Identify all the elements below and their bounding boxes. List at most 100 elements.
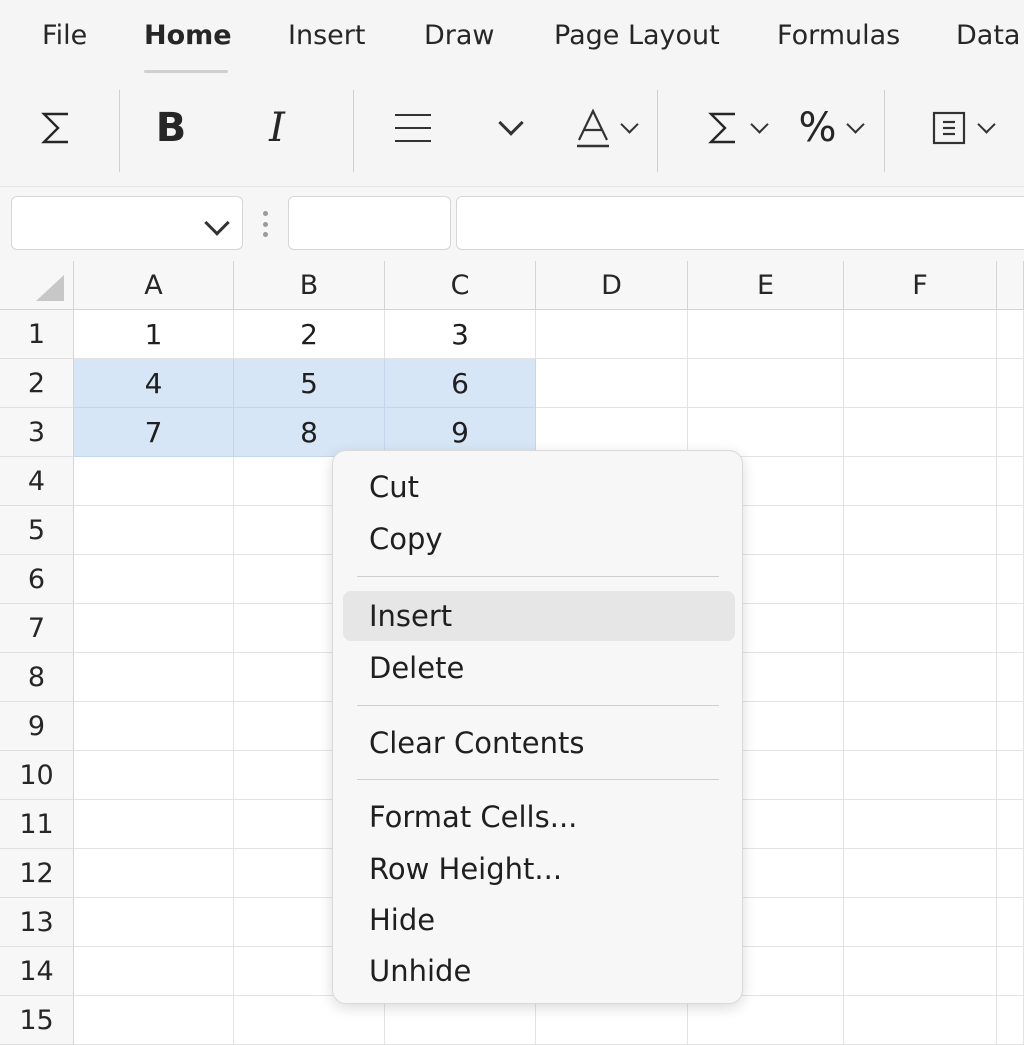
cell-g14[interactable] bbox=[997, 947, 1024, 996]
row-header-4[interactable]: 4 bbox=[0, 457, 74, 506]
tab-file[interactable]: File bbox=[42, 20, 87, 51]
menu-cut[interactable]: Cut bbox=[343, 462, 735, 512]
cell-d2[interactable] bbox=[536, 359, 688, 408]
cell-f9[interactable] bbox=[844, 702, 997, 751]
cell-d1[interactable] bbox=[536, 310, 688, 359]
cell-g13[interactable] bbox=[997, 898, 1024, 947]
row-header-1[interactable]: 1 bbox=[0, 310, 74, 359]
resize-grip-icon[interactable] bbox=[262, 211, 268, 237]
row-header-9[interactable]: 9 bbox=[0, 702, 74, 751]
sum-button[interactable] bbox=[696, 90, 774, 166]
row-header-8[interactable]: 8 bbox=[0, 653, 74, 702]
row-header-11[interactable]: 11 bbox=[0, 800, 74, 849]
italic-button[interactable]: I bbox=[252, 90, 302, 166]
formula-input[interactable] bbox=[456, 196, 1024, 250]
cell-g4[interactable] bbox=[997, 457, 1024, 506]
row-header-15[interactable]: 15 bbox=[0, 996, 74, 1045]
align-dropdown[interactable] bbox=[490, 90, 532, 166]
cell-b1[interactable]: 2 bbox=[234, 310, 385, 359]
cell-g3[interactable] bbox=[997, 408, 1024, 457]
select-all-corner[interactable] bbox=[0, 261, 74, 310]
tab-page-layout[interactable]: Page Layout bbox=[554, 20, 720, 51]
menu-unhide[interactable]: Unhide bbox=[343, 946, 735, 996]
cell-f2[interactable] bbox=[844, 359, 997, 408]
cell-g9[interactable] bbox=[997, 702, 1024, 751]
row-header-12[interactable]: 12 bbox=[0, 849, 74, 898]
cell-f1[interactable] bbox=[844, 310, 997, 359]
row-header-7[interactable]: 7 bbox=[0, 604, 74, 653]
cell-a1[interactable]: 1 bbox=[74, 310, 234, 359]
format-button[interactable] bbox=[924, 90, 1000, 166]
cell-g8[interactable] bbox=[997, 653, 1024, 702]
menu-row-height[interactable]: Row Height... bbox=[343, 844, 735, 894]
row-header-3[interactable]: 3 bbox=[0, 408, 74, 457]
cell-a5[interactable] bbox=[74, 506, 234, 555]
cell-g5[interactable] bbox=[997, 506, 1024, 555]
cell-g10[interactable] bbox=[997, 751, 1024, 800]
cell-f5[interactable] bbox=[844, 506, 997, 555]
cell-e1[interactable] bbox=[688, 310, 844, 359]
cell-a6[interactable] bbox=[74, 555, 234, 604]
cell-f8[interactable] bbox=[844, 653, 997, 702]
cell-f15[interactable] bbox=[844, 996, 997, 1045]
row-header-13[interactable]: 13 bbox=[0, 898, 74, 947]
cell-g12[interactable] bbox=[997, 849, 1024, 898]
menu-format-cells[interactable]: Format Cells... bbox=[343, 792, 735, 842]
percent-button[interactable]: % bbox=[792, 90, 868, 166]
row-header-5[interactable]: 5 bbox=[0, 506, 74, 555]
row-header-2[interactable]: 2 bbox=[0, 359, 74, 408]
cell-a4[interactable] bbox=[74, 457, 234, 506]
name-box[interactable] bbox=[11, 196, 243, 250]
cell-g6[interactable] bbox=[997, 555, 1024, 604]
cell-a9[interactable] bbox=[74, 702, 234, 751]
cell-f4[interactable] bbox=[844, 457, 997, 506]
function-box[interactable] bbox=[288, 196, 451, 250]
cell-g2[interactable] bbox=[997, 359, 1024, 408]
bold-button[interactable]: B bbox=[146, 90, 196, 166]
cell-b2[interactable]: 5 bbox=[234, 359, 385, 408]
row-header-14[interactable]: 14 bbox=[0, 947, 74, 996]
tab-draw[interactable]: Draw bbox=[424, 20, 495, 51]
cell-f3[interactable] bbox=[844, 408, 997, 457]
cell-f11[interactable] bbox=[844, 800, 997, 849]
autosum-button[interactable] bbox=[26, 90, 86, 166]
cell-g11[interactable] bbox=[997, 800, 1024, 849]
cell-f7[interactable] bbox=[844, 604, 997, 653]
cell-a3[interactable]: 7 bbox=[74, 408, 234, 457]
column-header-f[interactable]: F bbox=[844, 261, 997, 310]
cell-g7[interactable] bbox=[997, 604, 1024, 653]
tab-data[interactable]: Data bbox=[956, 20, 1020, 51]
cell-a11[interactable] bbox=[74, 800, 234, 849]
menu-clear-contents[interactable]: Clear Contents bbox=[343, 718, 735, 768]
cell-a8[interactable] bbox=[74, 653, 234, 702]
cell-c1[interactable]: 3 bbox=[385, 310, 536, 359]
cell-a7[interactable] bbox=[74, 604, 234, 653]
menu-insert[interactable]: Insert bbox=[343, 591, 735, 641]
row-header-6[interactable]: 6 bbox=[0, 555, 74, 604]
menu-hide[interactable]: Hide bbox=[343, 895, 735, 945]
tab-insert[interactable]: Insert bbox=[288, 20, 365, 51]
tab-formulas[interactable]: Formulas bbox=[777, 20, 900, 51]
cell-a14[interactable] bbox=[74, 947, 234, 996]
cell-a15[interactable] bbox=[74, 996, 234, 1045]
cell-f12[interactable] bbox=[844, 849, 997, 898]
row-header-10[interactable]: 10 bbox=[0, 751, 74, 800]
cell-f6[interactable] bbox=[844, 555, 997, 604]
cell-a10[interactable] bbox=[74, 751, 234, 800]
column-header-a[interactable]: A bbox=[74, 261, 234, 310]
cell-f10[interactable] bbox=[844, 751, 997, 800]
cell-a13[interactable] bbox=[74, 898, 234, 947]
column-header-partial[interactable] bbox=[997, 261, 1024, 310]
cell-f14[interactable] bbox=[844, 947, 997, 996]
column-header-e[interactable]: E bbox=[688, 261, 844, 310]
font-color-button[interactable] bbox=[566, 90, 644, 166]
column-header-d[interactable]: D bbox=[536, 261, 688, 310]
cell-f13[interactable] bbox=[844, 898, 997, 947]
cell-e2[interactable] bbox=[688, 359, 844, 408]
column-header-b[interactable]: B bbox=[234, 261, 385, 310]
align-button[interactable] bbox=[388, 90, 438, 166]
cell-g15[interactable] bbox=[997, 996, 1024, 1045]
tab-home[interactable]: Home bbox=[144, 20, 232, 51]
chevron-down-icon[interactable] bbox=[204, 210, 230, 236]
column-header-c[interactable]: C bbox=[385, 261, 536, 310]
